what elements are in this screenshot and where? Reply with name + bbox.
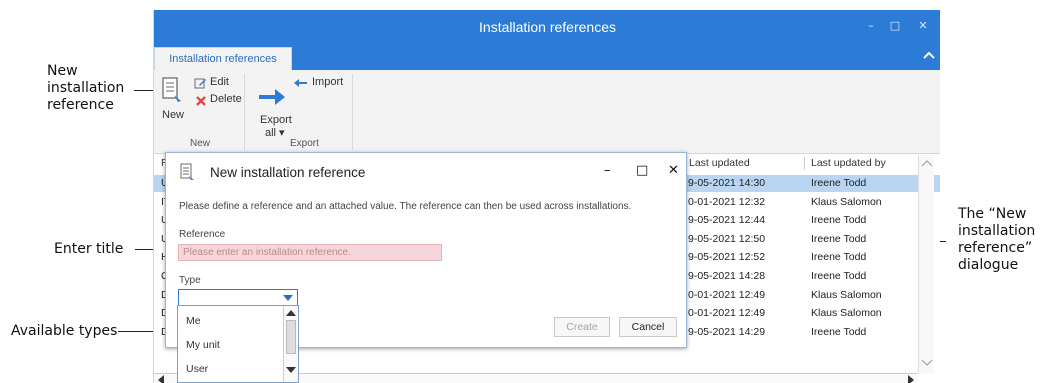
dialog-minimize-button[interactable]: –	[604, 163, 611, 178]
scroll-thumb[interactable]	[286, 320, 296, 354]
import-button[interactable]: Import	[294, 76, 350, 91]
scroll-down-icon	[921, 359, 933, 366]
callout-line: installation	[958, 223, 1036, 239]
last-updated-by-cell: Ireene Todd	[811, 251, 867, 264]
new-button-label: New	[162, 109, 185, 121]
chevron-down-icon	[283, 295, 293, 301]
last-updated-cell: 0-01-2021 12:32	[688, 195, 766, 208]
edit-button[interactable]: Edit	[194, 76, 244, 91]
export-label-2: all ▾	[265, 127, 285, 139]
group-divider	[244, 74, 245, 150]
column-divider	[804, 157, 805, 170]
scroll-down-icon	[286, 367, 296, 373]
scroll-right-icon	[908, 375, 914, 383]
export-arrow-icon	[259, 89, 285, 105]
collapse-ribbon-button[interactable]	[923, 49, 935, 63]
delete-label: Delete	[210, 93, 242, 105]
create-button[interactable]: Create	[554, 317, 610, 337]
minimize-button[interactable]: –	[862, 17, 880, 35]
callout-available-types: Available types	[11, 323, 118, 339]
tab-installation-references[interactable]: Installation references	[154, 47, 292, 70]
type-select[interactable]	[178, 289, 298, 306]
last-updated-cell: 9-05-2021 12:52	[688, 251, 766, 264]
group-divider	[352, 74, 353, 150]
export-all-button[interactable]: Export all ▾	[252, 86, 292, 139]
export-label: Export	[260, 114, 292, 126]
chevron-up-icon	[923, 51, 935, 59]
dialog-maximize-button[interactable]: □	[636, 163, 648, 178]
new-button[interactable]: New	[160, 76, 186, 128]
close-button[interactable]: ✕	[914, 17, 932, 35]
column-header-last-updated-by[interactable]: Last updated by	[811, 157, 886, 169]
last-updated-cell: 9-05-2021 14:30	[688, 177, 766, 189]
group-label-export: Export	[290, 138, 319, 149]
scroll-left-icon	[158, 375, 164, 383]
delete-icon	[196, 96, 206, 106]
callout-new-reference: New installation reference	[47, 63, 124, 114]
last-updated-cell: 9-05-2021 14:29	[688, 325, 766, 338]
dropdown-scrollbar[interactable]	[283, 306, 298, 382]
type-option[interactable]: Me	[186, 315, 201, 327]
type-dropdown-list: Me My unit User	[177, 305, 299, 383]
title-bar: Installation references – □ ✕	[154, 10, 940, 45]
group-label-new: New	[190, 138, 211, 149]
dialog-close-button[interactable]: ✕	[668, 163, 679, 178]
last-updated-by-cell: Ireene Todd	[811, 325, 867, 338]
last-updated-by-cell: Ireene Todd	[811, 232, 867, 245]
new-document-icon	[162, 77, 181, 102]
callout-line: dialogue	[958, 257, 1019, 273]
scroll-up-icon	[921, 160, 933, 167]
callout-enter-title: Enter title	[54, 241, 124, 257]
reference-input[interactable]: Please enter an installation reference.	[178, 244, 442, 261]
delete-button[interactable]: Delete	[194, 93, 254, 108]
window-title: Installation references	[479, 19, 616, 35]
type-label: Type	[179, 275, 201, 286]
dialog-description: Please define a reference and an attache…	[179, 201, 632, 212]
last-updated-cell: 9-05-2021 12:44	[688, 214, 766, 227]
new-document-icon	[180, 163, 194, 180]
callout-line: The “New	[958, 206, 1027, 222]
type-option[interactable]: User	[186, 363, 208, 375]
edit-label: Edit	[210, 76, 229, 88]
vertical-scrollbar[interactable]	[918, 155, 934, 373]
scroll-up-icon	[286, 310, 296, 316]
edit-icon	[194, 78, 206, 89]
type-option[interactable]: My unit	[186, 339, 220, 351]
last-updated-by-cell: Ireene Todd	[811, 214, 867, 227]
column-header-last-updated[interactable]: Last updated	[689, 157, 750, 169]
last-updated-by-cell: Ireene Todd	[811, 177, 867, 189]
last-updated-cell: 0-01-2021 12:49	[688, 307, 766, 320]
last-updated-by-cell: Klaus Salomon	[811, 288, 882, 301]
import-arrow-icon	[294, 79, 307, 87]
cancel-button[interactable]: Cancel	[619, 317, 677, 337]
callout-line: installation	[47, 80, 125, 96]
last-updated-by-cell: Klaus Salomon	[811, 195, 882, 208]
dialog-title: New installation reference	[210, 165, 366, 180]
callout-line: reference	[47, 97, 114, 113]
ribbon: New Edit Delete New Export all ▾ Import …	[154, 70, 940, 154]
last-updated-cell: 9-05-2021 12:50	[688, 232, 766, 245]
last-updated-by-cell: Ireene Todd	[811, 270, 867, 282]
last-updated-by-cell: Klaus Salomon	[811, 307, 882, 320]
import-label: Import	[312, 76, 344, 88]
reference-label: Reference	[179, 229, 226, 240]
callout-dialogue: The “New installation reference” dialogu…	[958, 206, 1035, 274]
ribbon-tab-strip: Installation references	[154, 45, 940, 70]
maximize-button[interactable]: □	[886, 17, 904, 35]
last-updated-cell: 0-01-2021 12:49	[688, 288, 766, 301]
callout-line: New	[47, 63, 78, 79]
callout-line: reference”	[958, 240, 1033, 256]
last-updated-cell: 9-05-2021 14:28	[688, 270, 766, 282]
